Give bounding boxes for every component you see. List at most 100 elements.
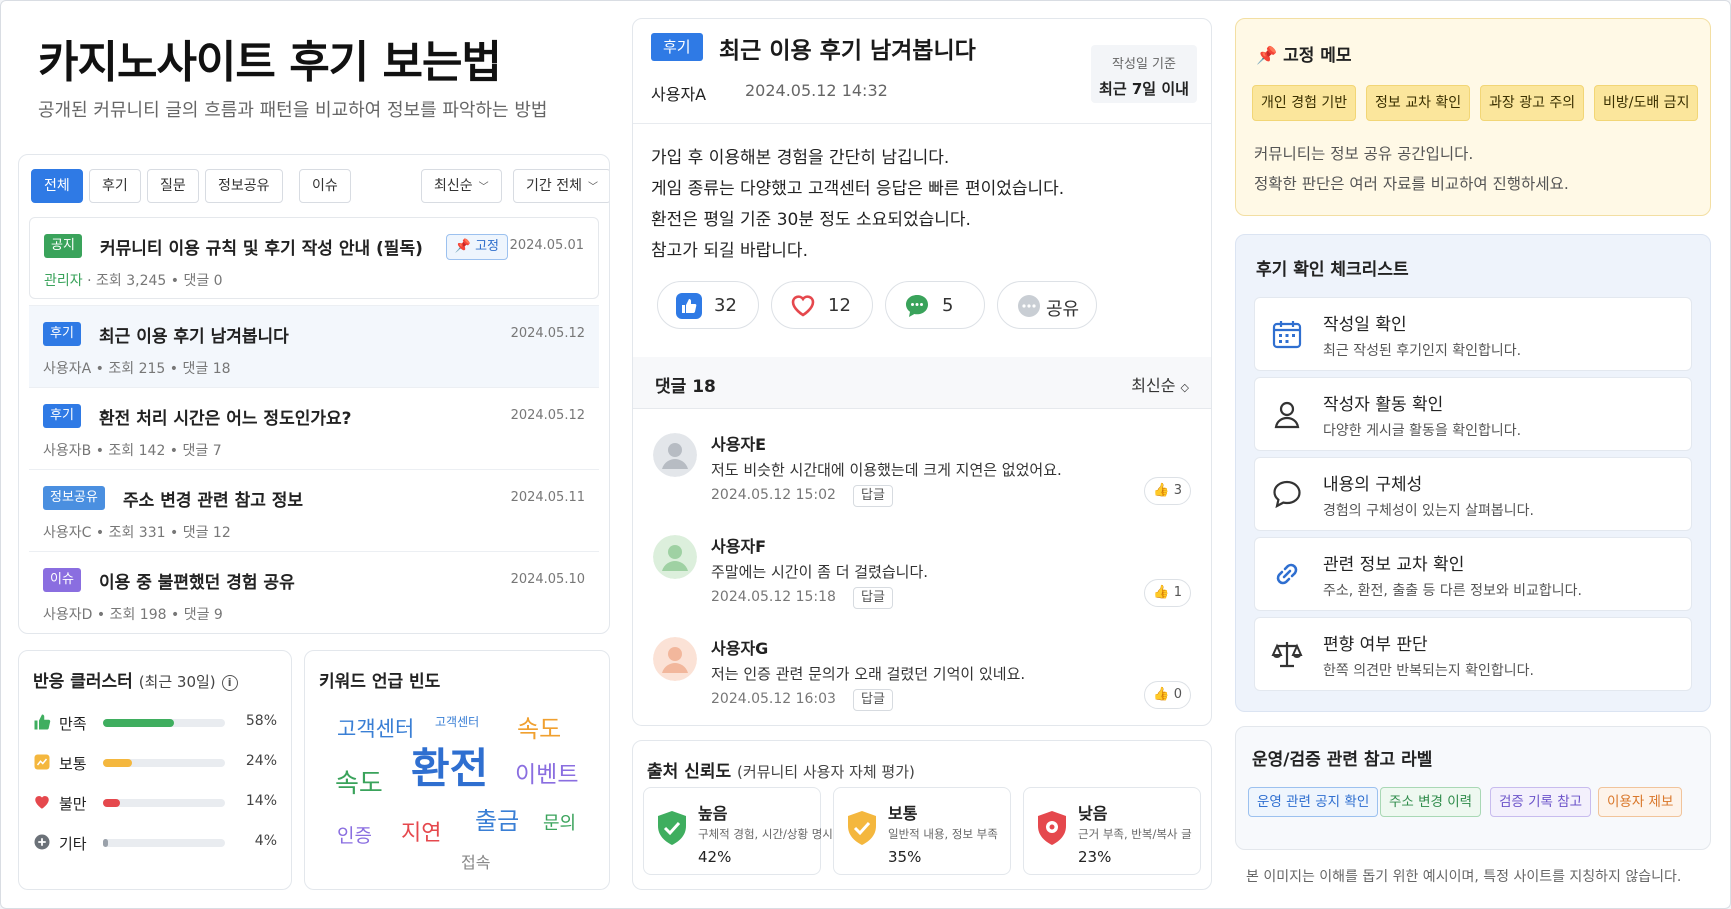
post-tag: 공지 [44,234,82,258]
scale-icon [1271,642,1303,668]
cluster-percent: 14% [245,793,277,809]
checklist-item: 관련 정보 교차 확인 주소, 환전, 출출 등 다른 정보와 비교합니다. [1254,537,1692,611]
reference-label: 이용자 제보 [1598,787,1683,817]
reliability-level: 높음 [698,804,728,823]
pin-icon: 📌 [1256,46,1278,66]
heart-icon [33,793,51,811]
thumb-up-icon: 👍 [1153,585,1170,600]
keyword: 이벤트 [515,762,579,788]
source-reliability-panel: 출처 신뢰도 (커뮤니티 사용자 자체 평가) 높음 구체적 경험, 시간/상황… [632,740,1212,890]
reliability-pct: 35% [888,848,922,866]
checklist-item-title: 관련 정보 교차 확인 [1323,555,1465,575]
filter-chip-question[interactable]: 질문 [147,169,199,203]
shield-alert-icon [1038,811,1066,845]
keyword: 지연 [401,821,442,846]
like-count: 32 [714,295,737,316]
pinned-memo-panel: 📌 고정 메모 개인 경험 기반 정보 교차 확인 과장 광고 주의 비방/도배… [1235,18,1711,216]
comment-button[interactable]: 5 [885,281,985,329]
more-dots-icon [1018,295,1040,317]
comment-text: 저는 인증 관련 문의가 오래 걸렸던 기억이 있네요. [711,665,1026,683]
reply-button[interactable]: 답글 [853,689,893,711]
post-date: 2024.05.12 [510,408,585,423]
date-basis-label: 작성일 기준 [1112,57,1176,72]
post-tag: 이슈 [43,568,81,592]
shield-check-icon [848,811,876,845]
reliability-card-low: 낮음 근거 부족, 반복/복사 글 23% [1023,787,1201,875]
memo-text-line: 정확한 판단은 여러 자료를 비교하여 진행하세요. [1254,175,1569,193]
cluster-bar-track [103,719,225,727]
filter-chip-review[interactable]: 후기 [89,169,141,203]
post-author: 사용자A [43,361,92,377]
comment-like-button[interactable]: 👍 3 [1144,477,1191,505]
heart-count: 12 [828,295,851,316]
post-comments: 댓글 12 [182,525,231,541]
post-body-line: 가입 후 이용해본 경험을 간단히 남깁니다. [651,148,950,168]
cluster-label: 만족 [59,715,87,733]
post-date: 2024.05.10 [510,572,585,587]
post-comments: 댓글 0 [183,273,223,289]
memo-chip: 과장 광고 주의 [1480,85,1585,121]
heart-button[interactable]: 12 [771,281,873,329]
calendar-icon [1272,321,1302,349]
date-basis-box: 작성일 기준 최근 7일 이내 [1091,45,1197,103]
post-row[interactable]: 정보공유 주소 변경 관련 참고 정보 2024.05.11 사용자C • 조회… [29,469,599,551]
sort-dropdown[interactable]: 최신순 ﹀ [421,169,502,203]
checklist-item: 편향 여부 판단 한쪽 의견만 반복되는지 확인합니다. [1254,617,1692,691]
post-meta: 사용자A • 조회 215 • 댓글 18 [43,361,231,377]
filter-chip-issue[interactable]: 이슈 [299,169,351,203]
footer-disclaimer: 본 이미지는 이해를 돕기 위한 예시이며, 특정 사이트를 지칭하지 않습니다… [1246,869,1682,885]
page-title: 카지노사이트 후기 보는법 [38,37,502,88]
comment-like-button[interactable]: 👍 1 [1144,579,1191,607]
comments-sort-dropdown[interactable]: 최신순 ◇ [1131,372,1189,396]
chevron-down-icon: ﹀ [478,182,489,193]
post-views: 조회 198 [109,607,167,623]
reliability-level: 낮음 [1078,804,1108,823]
post-row-notice[interactable]: 공지 커뮤니티 이용 규칙 및 후기 작성 안내 (필독) 📌 고정 2024.… [29,217,599,299]
avatar [653,535,697,579]
pinned-badge: 📌 고정 [445,234,508,260]
post-body: 가입 후 이용해본 경험을 간단히 남깁니다. 게임 종류는 다양했고 고객센터… [651,143,1064,267]
checklist-item-desc: 다양한 게시글 활동을 확인합니다. [1323,423,1522,439]
period-dropdown[interactable]: 기간 전체 ﹀ [513,169,609,203]
comment-count: 5 [942,295,954,316]
cluster-percent: 58% [245,713,277,729]
post-views: 조회 215 [108,361,166,377]
info-icon[interactable]: i [221,675,238,691]
thumb-up-icon [33,713,51,731]
comments-sort-label: 최신순 [1131,376,1176,395]
avatar [653,433,697,477]
cluster-bar-track [103,759,225,767]
comment-text: 주말에는 시간이 좀 더 걸렸습니다. [711,563,929,581]
comment-like-button[interactable]: 👍 0 [1144,681,1191,709]
comment-like-count: 3 [1173,483,1182,498]
checklist-item-title: 작성자 활동 확인 [1323,395,1444,415]
cluster-title: 반응 클러스터 (최근 30일) i [33,667,238,692]
post-title: 환전 처리 시간은 어느 정도인가요? [99,409,352,429]
comment-item: 사용자F 주말에는 시간이 좀 더 걸렸습니다. 2024.05.12 15:1… [633,529,1211,625]
post-row[interactable]: 후기 환전 처리 시간은 어느 정도인가요? 2024.05.12 사용자B •… [29,387,599,469]
keyword: 속도 [517,715,562,743]
filter-chip-all[interactable]: 전체 [31,169,83,203]
like-button[interactable]: 32 [657,281,759,329]
post-row[interactable]: 후기 최근 이용 후기 남겨봅니다 2024.05.12 사용자A • 조회 2… [29,305,599,387]
reply-button[interactable]: 답글 [853,485,893,507]
post-author: 사용자D [43,607,93,623]
cluster-period: (최근 30일) [138,673,216,691]
keyword: 접속 [461,853,491,872]
reply-button[interactable]: 답글 [853,587,893,609]
comments-count-title: 댓글 18 [655,377,716,397]
checklist-item: 내용의 구체성 경험의 구체성이 있는지 살펴봅니다. [1254,457,1692,531]
memo-text-line: 커뮤니티는 정보 공유 공간입니다. [1254,145,1474,163]
post-views: 조회 142 [108,443,166,459]
reliability-pct: 23% [1078,848,1112,866]
post-detail-author[interactable]: 사용자A [651,81,706,105]
keyword: 인증 [337,825,372,847]
share-button[interactable]: 공유 [997,281,1097,329]
keyword: 고객센터 [337,717,415,741]
post-detail-tag: 후기 [651,33,703,61]
post-detail-datetime: 2024.05.12 14:32 [745,81,888,100]
post-row[interactable]: 이슈 이용 중 불편했던 경험 공유 2024.05.10 사용자D • 조회 … [29,551,599,633]
filter-chip-info[interactable]: 정보공유 [205,169,283,203]
post-views: 조회 331 [108,525,166,541]
thumb-up-icon: 👍 [1153,483,1170,498]
